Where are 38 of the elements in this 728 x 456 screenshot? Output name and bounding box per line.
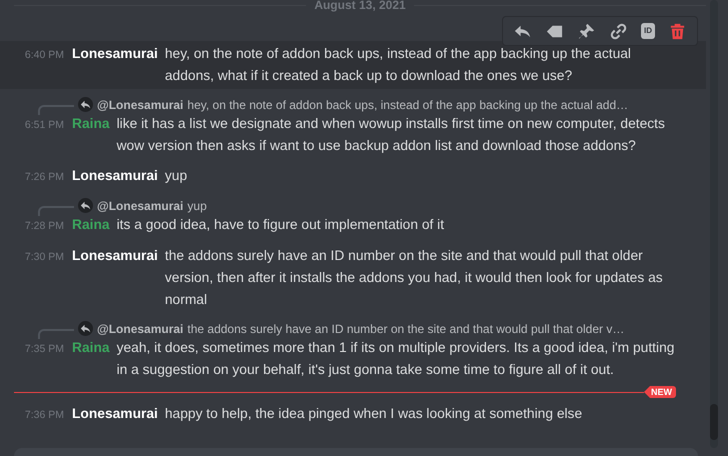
reply-author[interactable]: @Lonesamurai	[97, 98, 184, 112]
reply-spine	[38, 328, 74, 338]
reply-preview[interactable]: yup	[187, 198, 207, 212]
timestamp: 7:28 PM	[24, 219, 64, 234]
date-divider: August 13, 2021	[314, 0, 406, 12]
message-text: yeah, it does, sometimes more than 1 if its on multiple providers. Its a good idea, i'm putting in a suggestion on your behalf, it's just gonna take some time to figure all of it out.	[116, 339, 676, 379]
timestamp: 6:40 PM	[24, 48, 64, 63]
username[interactable]: Raina	[72, 214, 110, 236]
reply-author[interactable]: @Lonesamurai	[97, 198, 184, 212]
message-text: the addons surely have an ID number on the site and that would pull that older version, then after it installs the addons you had, it would then look for updates as normal	[164, 247, 664, 309]
timestamp: 7:36 PM	[24, 408, 64, 423]
username[interactable]: Raina	[72, 337, 110, 359]
timestamp: 7:35 PM	[24, 342, 64, 357]
reply-spine	[38, 104, 74, 114]
pin-icon[interactable]	[577, 22, 596, 40]
link-icon[interactable]	[609, 22, 628, 40]
scroll-thumb[interactable]	[710, 404, 718, 440]
message-text: its a good idea, have to figure out implementation of it	[116, 216, 446, 234]
timestamp: 7:26 PM	[24, 170, 64, 185]
username[interactable]: Lonesamurai	[72, 165, 158, 187]
reply-preview[interactable]: the addons surely have an ID number on the site and that would pull that older v…	[187, 322, 624, 336]
reply-preview[interactable]: hey, on the note of addon back ups, instead of the app backing up the actual add…	[187, 98, 628, 112]
username[interactable]: Lonesamurai	[72, 403, 158, 425]
message-text: like it has a list we designate and when wowup installs first time on new computer, detects wow version then asks if want to use backup addon list and download those addons?	[116, 115, 666, 155]
username[interactable]: Lonesamurai	[72, 245, 158, 267]
new-badge: NEW	[644, 386, 676, 398]
username[interactable]: Lonesamurai	[72, 43, 158, 65]
reply-author[interactable]: @Lonesamurai	[97, 322, 184, 336]
message-text: yup	[164, 167, 188, 185]
message-text: happy to help, the idea pinged when I was looking at something else	[164, 405, 584, 423]
trash-icon[interactable]	[668, 22, 687, 40]
message-text: hey, on the note of addon back ups, instead of the app backing up the actual addons, what if it created a back up to download the ones we use?	[164, 45, 632, 85]
reply-spine	[38, 206, 74, 216]
username[interactable]: Raina	[72, 113, 110, 135]
timestamp: 6:51 PM	[24, 118, 64, 133]
scrollbar[interactable]	[710, 0, 718, 448]
id-icon[interactable]: ID	[641, 23, 655, 39]
timestamp: 7:30 PM	[24, 250, 64, 265]
